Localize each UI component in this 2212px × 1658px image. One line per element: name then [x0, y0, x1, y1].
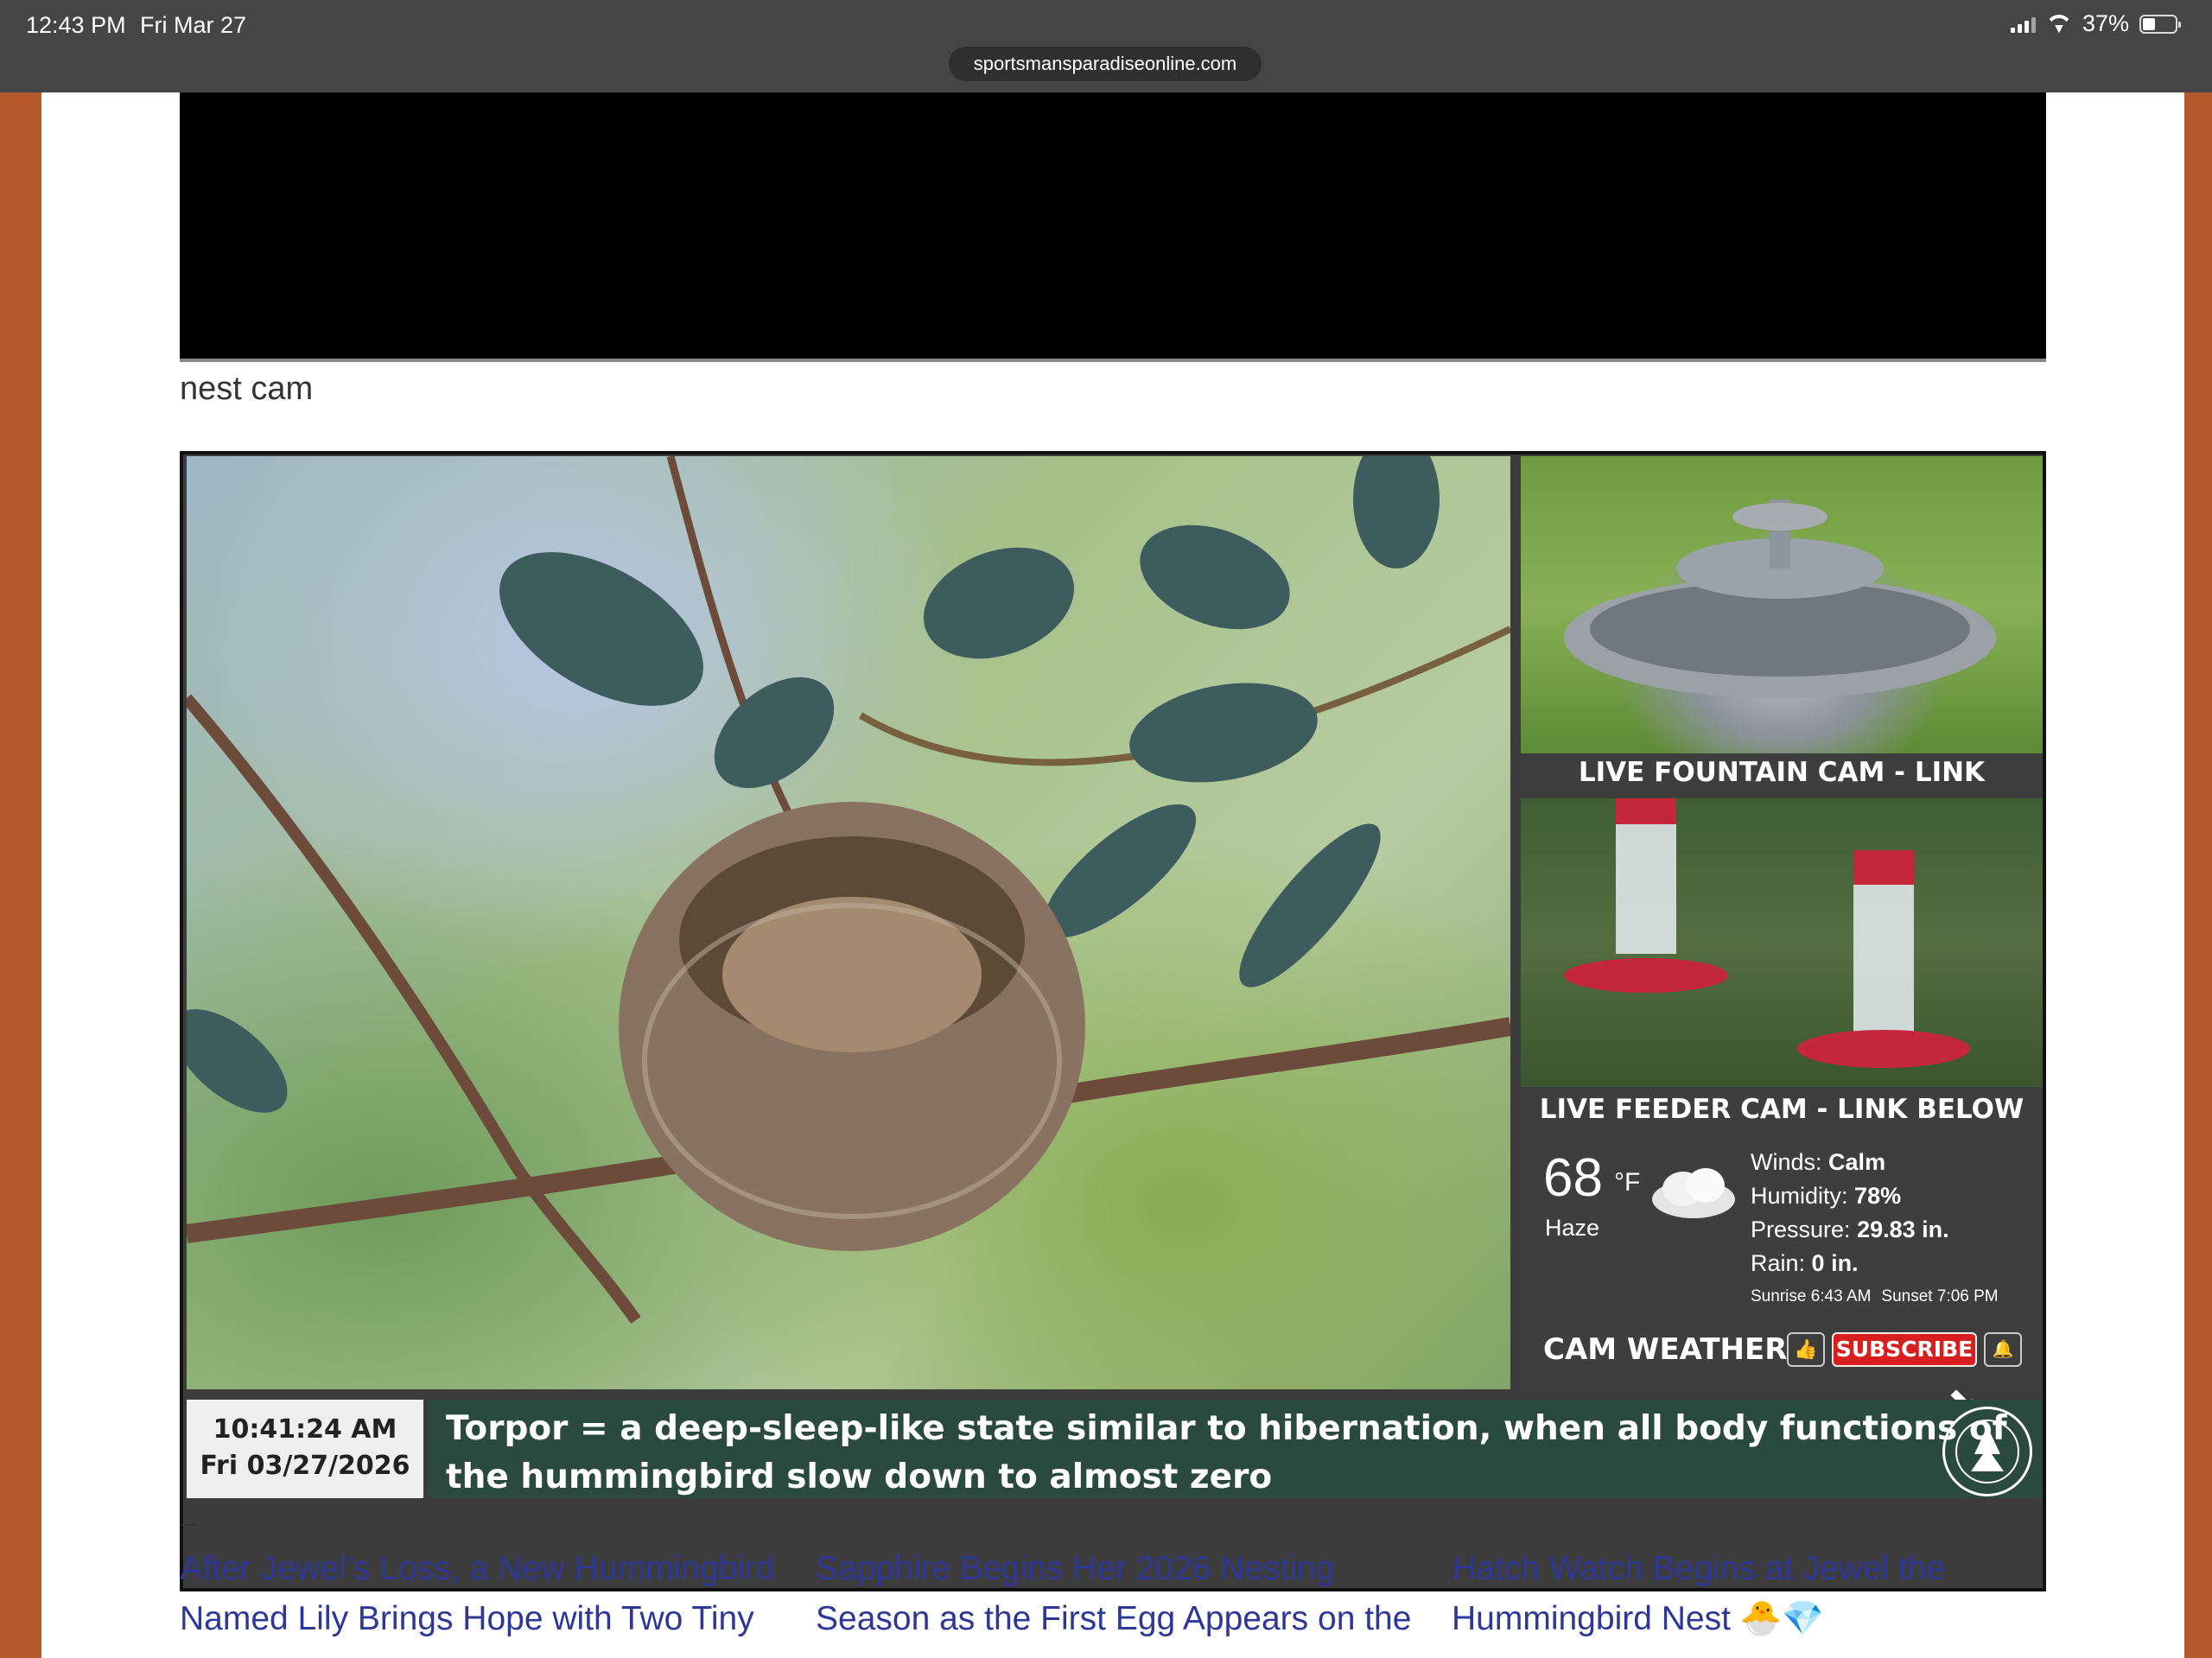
- sunrise-time: Sunrise 6:43 AM: [1751, 1287, 1872, 1305]
- related-article-2[interactable]: Sapphire Begins Her 2026 Nesting Season …: [816, 1544, 1421, 1644]
- bell-icon: 🔔: [1992, 1340, 2014, 1359]
- separator-dash: –: [181, 1509, 195, 1536]
- sun-times: Sunrise 6:43 AM Sunset 7:06 PM: [1751, 1287, 2009, 1306]
- url-text: sportsmansparadiseonline.com: [973, 53, 1237, 74]
- rain-label: Rain:: [1751, 1250, 1806, 1276]
- humidity-row: Humidity: 78%: [1751, 1183, 1901, 1210]
- notification-bell-button[interactable]: 🔔: [1984, 1332, 2022, 1367]
- pressure-row: Pressure: 29.83 in.: [1751, 1217, 1949, 1243]
- weather-panel: 68 °F Haze Winds: Calm Humidity: 78% Pre…: [1521, 1135, 2043, 1389]
- article-title-line-2: Season as the First Egg Appears on the: [816, 1600, 1412, 1637]
- pressure-value: 29.83 in.: [1857, 1217, 1949, 1242]
- rain-row: Rain: 0 in.: [1751, 1250, 1859, 1277]
- sunset-time: Sunset 7:06 PM: [1881, 1287, 1999, 1305]
- feeder-cam-label: LIVE FEEDER CAM - LINK BELOW: [1521, 1090, 2043, 1128]
- nest-cam-view: [183, 454, 1512, 1389]
- article-title-line-2: Hummingbird Nest 🐣💎: [1452, 1600, 1824, 1637]
- cam-timestamp: 10:41:24 AM Fri 03/27/2026: [187, 1400, 423, 1498]
- nest-scene-image: [183, 454, 1512, 1324]
- video-player[interactable]: [180, 92, 2046, 362]
- winds-label: Winds:: [1751, 1149, 1822, 1175]
- rain-value: 0 in.: [1811, 1250, 1859, 1276]
- cloud-icon: [1652, 1168, 1735, 1218]
- web-page: nest cam LIVE FOUNTAIN CAM - LINK LIVE F…: [41, 92, 2184, 1658]
- temperature-unit: °F: [1614, 1168, 1641, 1197]
- wifi-icon: [2046, 15, 2072, 34]
- cam-weather-title: CAM WEATHER: [1543, 1332, 1788, 1367]
- related-article-3[interactable]: Hatch Watch Begins at Jewel the Hummingb…: [1452, 1544, 2056, 1644]
- cam-time: 10:41:24 AM: [213, 1414, 397, 1445]
- article-title-line-1: Hatch Watch Begins at Jewel the: [1452, 1550, 1945, 1587]
- cellular-signal-icon: [2010, 16, 2036, 33]
- nest-cam-stream[interactable]: LIVE FOUNTAIN CAM - LINK BELOW LIVE FEED…: [180, 451, 2046, 1591]
- feeder-cam-preview[interactable]: [1521, 798, 2043, 1087]
- status-date: Fri Mar 27: [140, 12, 247, 38]
- subscribe-button[interactable]: SUBSCRIBE: [1832, 1332, 1977, 1367]
- feeder-image: [1564, 798, 1970, 1068]
- humidity-label: Humidity:: [1751, 1183, 1848, 1209]
- like-button[interactable]: 👍: [1787, 1332, 1825, 1367]
- winds-row: Winds: Calm: [1751, 1149, 1885, 1176]
- related-article-1[interactable]: After Jewel’s Loss, a New Hummingbird Na…: [180, 1544, 785, 1644]
- humidity-value: 78%: [1854, 1183, 1902, 1209]
- temperature-value: 68: [1543, 1148, 1603, 1208]
- cam-date: Fri 03/27/2026: [200, 1451, 410, 1481]
- article-title-line-1: Sapphire Begins Her 2026 Nesting: [816, 1550, 1335, 1587]
- url-bar[interactable]: sportsmansparadiseonline.com: [949, 47, 1262, 81]
- article-title-line-2: Named Lily Brings Hope with Two Tiny: [180, 1600, 754, 1637]
- tree-logo-icon: [1955, 1420, 2019, 1483]
- status-bar: 12:43 PM Fri Mar 27 37% sportsmansparadi…: [0, 0, 2212, 92]
- sanctuary-seal-logo: [1942, 1407, 2032, 1496]
- thumbs-up-icon: 👍: [1794, 1338, 1818, 1360]
- side-panels: LIVE FOUNTAIN CAM - LINK BELOW LIVE FEED…: [1521, 456, 2043, 1389]
- fountain-cam-preview[interactable]: [1521, 456, 2043, 753]
- article-title-line-1: After Jewel’s Loss, a New Hummingbird: [180, 1550, 775, 1587]
- fountain-cam-label: LIVE FOUNTAIN CAM - LINK BELOW: [1521, 753, 2043, 826]
- battery-percent: 37%: [2082, 10, 2129, 36]
- fountain-image: [1564, 499, 1996, 698]
- status-indicators: 37%: [2010, 10, 2181, 37]
- status-time: 12:43 PM: [26, 12, 126, 38]
- video-caption: nest cam: [180, 371, 314, 407]
- info-ticker: Torpor = a deep-sleep-like state similar…: [429, 1400, 2043, 1498]
- weather-condition: Haze: [1545, 1215, 1600, 1241]
- ticker-line-1: Torpor = a deep-sleep-like state similar…: [446, 1409, 2007, 1448]
- pressure-label: Pressure:: [1751, 1217, 1851, 1242]
- battery-icon: [2139, 14, 2181, 34]
- winds-value: Calm: [1828, 1149, 1886, 1175]
- ticker-line-2: the hummingbird slow down to almost zero: [446, 1458, 1273, 1496]
